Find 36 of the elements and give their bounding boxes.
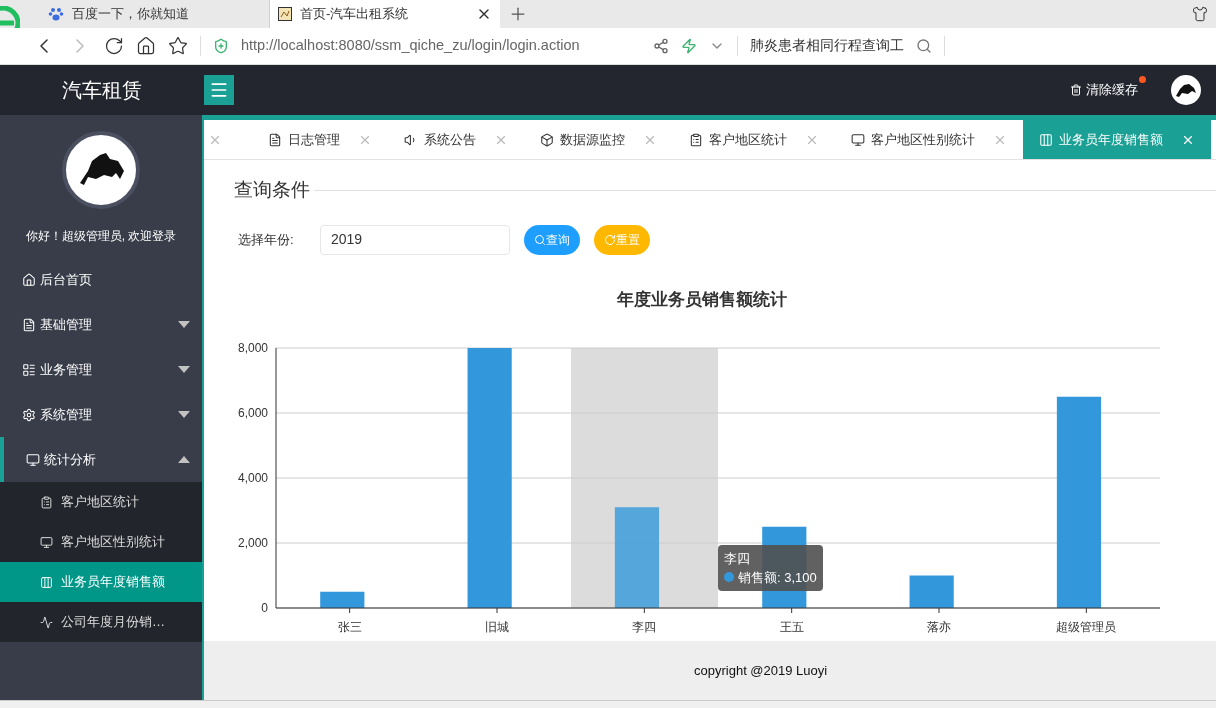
submenu-label: 业务员年度销售额: [61, 573, 165, 592]
axis-label: 落亦: [927, 619, 951, 634]
axis-label: 李四: [632, 619, 657, 634]
tab-title: 百度一下，你就知道: [72, 5, 190, 24]
axis-label: 旧城: [485, 619, 509, 634]
field-label: 选择年份:: [238, 230, 295, 249]
submenu-label: 客户地区性别统计: [61, 533, 165, 552]
tab-title: 首页-汽车出租系统: [300, 5, 410, 24]
app-title: 汽车租赁: [61, 78, 143, 103]
section-title: 查询条件: [233, 178, 311, 202]
menu-label: 系统管理: [40, 405, 93, 424]
tab-label: 客户地区性别统计: [871, 130, 975, 149]
tab-label: 日志管理: [288, 130, 340, 149]
menu-label: 业务管理: [40, 360, 93, 379]
chart-title: 年度业务员销售额统计: [616, 288, 788, 311]
tab-label: 数据源监控: [560, 130, 625, 149]
axis-label: 6,000: [237, 405, 268, 420]
submenu-label: 客户地区统计: [61, 493, 139, 512]
submenu-label: 公司年度月份销…: [61, 613, 165, 632]
welcome-text: 你好！超级管理员, 欢迎登录: [24, 228, 178, 245]
menu-label: 统计分析: [44, 450, 97, 469]
axis-label: 0: [261, 600, 268, 615]
tab-label: 客户地区统计: [709, 130, 787, 149]
axis-label: 2,000: [237, 535, 268, 550]
copyright-text: copyright @2019 Luoyi: [694, 661, 828, 680]
tab-label: 业务员年度销售额: [1059, 130, 1163, 149]
tooltip-value: 销售额: 3,100: [738, 568, 817, 587]
axis-label: 张三: [337, 619, 362, 634]
tab-label: 系统公告: [424, 130, 476, 149]
axis-label: 超级管理员: [1056, 619, 1117, 634]
menu-label: 后台首页: [40, 270, 93, 289]
axis-label: 8,000: [237, 340, 268, 355]
menu-label: 基础管理: [40, 315, 93, 334]
axis-label: 4,000: [237, 470, 268, 485]
tooltip-title: 李四: [724, 549, 751, 568]
axis-label: 王五: [779, 619, 804, 634]
